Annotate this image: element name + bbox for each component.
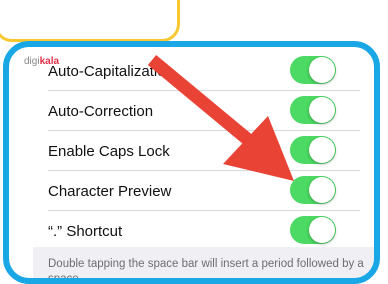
red-arrow-annotation — [147, 54, 294, 181]
